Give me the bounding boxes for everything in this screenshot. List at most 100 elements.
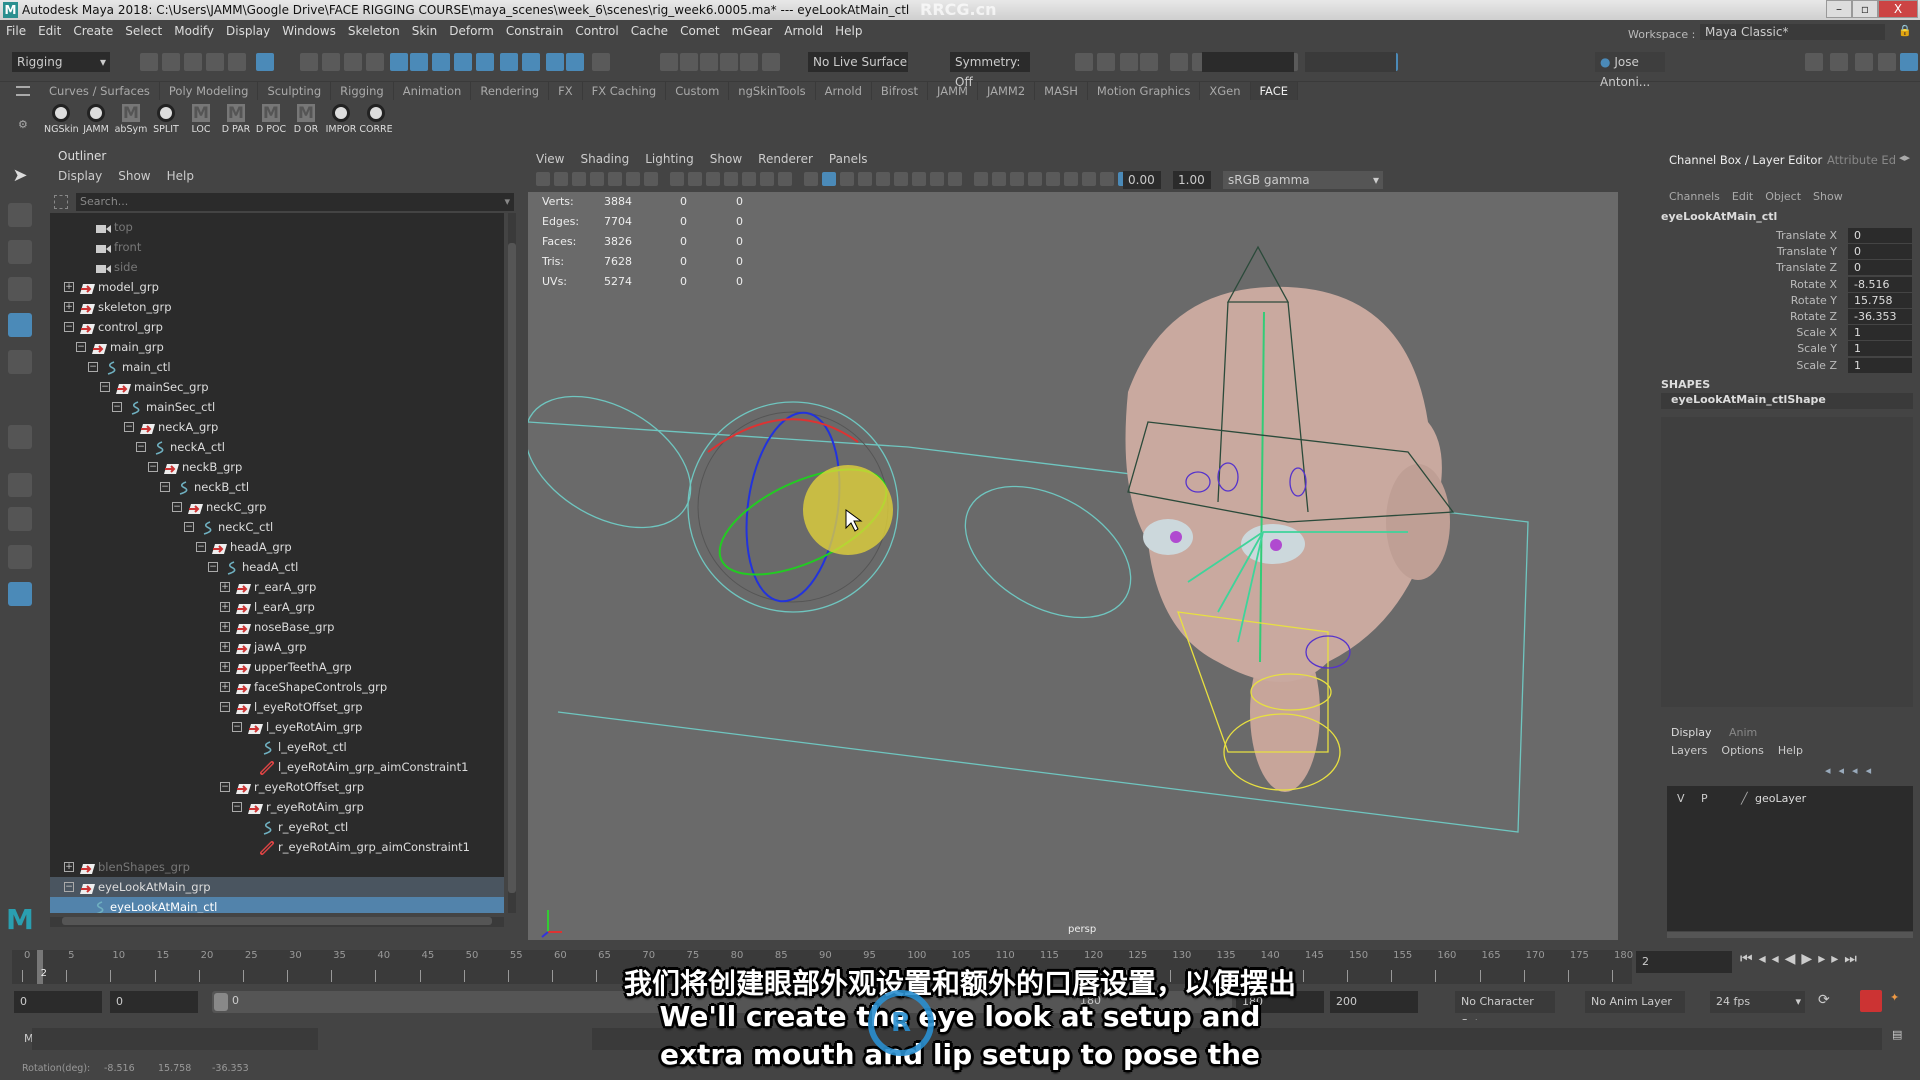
outliner-item-necka-grp[interactable]: − neckA_grp <box>50 417 504 437</box>
shelf-tab-jamm[interactable]: JAMM <box>928 82 978 100</box>
outliner-item-neckc-ctl[interactable]: − neckC_ctl <box>50 517 504 537</box>
outliner-item-blenshapes-grp[interactable]: + blenShapes_grp <box>50 857 504 877</box>
status-line-tool-icon[interactable] <box>1097 53 1115 71</box>
shelf-tab-fx[interactable]: FX <box>549 82 583 100</box>
viewport-tool-icon[interactable] <box>1046 172 1060 186</box>
viewport-tool-icon[interactable] <box>1082 172 1096 186</box>
outliner-item-skeleton-grp[interactable]: + skeleton_grp <box>50 297 504 317</box>
channel-menu-edit[interactable]: Edit <box>1732 190 1753 203</box>
viewport-tool-icon[interactable] <box>822 172 836 186</box>
rotate-tool-icon[interactable] <box>8 313 32 337</box>
status-line-tool-icon[interactable] <box>228 53 246 71</box>
shelf-button-d-or[interactable]: M D OR <box>289 104 323 136</box>
outliner-layout-icon[interactable] <box>8 582 32 606</box>
expand-icon[interactable]: + <box>220 682 230 692</box>
status-line-tool-icon[interactable] <box>566 53 584 71</box>
viewport-tool-icon[interactable] <box>590 172 604 186</box>
status-line-tool-icon[interactable] <box>1075 53 1093 71</box>
channel-menu-channels[interactable]: Channels <box>1669 190 1720 203</box>
viewport-tool-icon[interactable] <box>706 172 720 186</box>
viewport-tool-icon[interactable] <box>608 172 622 186</box>
outliner-item-mainsec-ctl[interactable]: − mainSec_ctl <box>50 397 504 417</box>
channel-menu-object[interactable]: Object <box>1765 190 1801 203</box>
status-line-tool-icon[interactable] <box>344 53 362 71</box>
channel-value-field[interactable]: 15.758 <box>1848 292 1912 308</box>
outliner-item-eyelookatmain-grp[interactable]: − eyeLookAtMain_grp <box>50 877 504 897</box>
outliner-item-top[interactable]: top <box>50 217 504 237</box>
shelf-button-d-poc[interactable]: M D POC <box>254 104 288 136</box>
status-line-tool-icon[interactable] <box>1878 53 1896 71</box>
outliner-item-neckb-grp[interactable]: − neckB_grp <box>50 457 504 477</box>
status-line-tool-icon[interactable] <box>740 53 758 71</box>
collapse-icon[interactable]: − <box>220 702 230 712</box>
layer-playback-toggle[interactable]: P <box>1701 790 1708 808</box>
lasso-tool-icon[interactable] <box>8 203 32 227</box>
menu-cache[interactable]: Cache <box>631 24 668 38</box>
viewport-tool-icon[interactable] <box>992 172 1006 186</box>
tab-scroll-arrows-icon[interactable]: ◂▸ <box>1899 151 1910 164</box>
minimize-button[interactable]: – <box>1826 0 1852 18</box>
workspace-dropdown[interactable]: Maya Classic* <box>1700 24 1885 40</box>
expand-icon[interactable]: + <box>64 862 74 872</box>
filter-icon[interactable] <box>54 195 68 209</box>
shape-node-name[interactable]: eyeLookAtMain_ctlShape <box>1661 393 1913 409</box>
channel-value-field[interactable]: 1 <box>1848 357 1912 373</box>
tab-channel-box[interactable]: Channel Box / Layer Editor <box>1669 153 1822 167</box>
tab-anim-layers[interactable]: Anim <box>1729 726 1757 739</box>
channel-value-field[interactable]: -8.516 <box>1848 276 1912 292</box>
status-line-tool-icon[interactable] <box>1140 53 1158 71</box>
channel-name[interactable]: Scale Z <box>1796 358 1837 374</box>
outliner-item-main-grp[interactable]: − main_grp <box>50 337 504 357</box>
outliner-item-model-grp[interactable]: + model_grp <box>50 277 504 297</box>
collapse-icon[interactable]: − <box>124 422 134 432</box>
viewport-tool-icon[interactable] <box>724 172 738 186</box>
menu-skin[interactable]: Skin <box>412 24 438 38</box>
viewport-tool-icon[interactable] <box>670 172 684 186</box>
status-line-tool-icon[interactable] <box>1120 53 1138 71</box>
shelf-tab-rigging[interactable]: Rigging <box>331 82 394 100</box>
expand-icon[interactable]: + <box>64 282 74 292</box>
channel-name[interactable]: Rotate Y <box>1791 293 1837 309</box>
status-line-tool-icon[interactable] <box>432 53 450 71</box>
viewport-tool-icon[interactable] <box>644 172 658 186</box>
outliner-menu-show[interactable]: Show <box>118 169 150 183</box>
shelf-button-d-par[interactable]: M D PAR <box>219 104 253 136</box>
outliner-item-r-eyerotaim-grp[interactable]: − r_eyeRotAim_grp <box>50 797 504 817</box>
outliner-item-front[interactable]: front <box>50 237 504 257</box>
channel-name[interactable]: Scale X <box>1796 325 1837 341</box>
shelf-button-split[interactable]: SPLIT <box>149 104 183 135</box>
outliner-item-l-eyerot-ctl[interactable]: l_eyeRot_ctl <box>50 737 504 757</box>
outliner-horizontal-scrollbar[interactable] <box>50 917 504 927</box>
shelf-tab-fx-caching[interactable]: FX Caching <box>583 82 667 100</box>
collapse-icon[interactable]: − <box>112 402 122 412</box>
viewport-menu-view[interactable]: View <box>536 152 564 166</box>
status-line-tool-icon[interactable] <box>1900 53 1918 71</box>
channel-row-scale-x[interactable]: Scale X 1 <box>1655 325 1920 341</box>
expand-icon[interactable]: + <box>64 302 74 312</box>
collapse-icon[interactable]: − <box>100 382 110 392</box>
outliner-item-neckc-grp[interactable]: − neckC_grp <box>50 497 504 517</box>
channel-value-field[interactable]: 0 <box>1848 244 1912 260</box>
layer-menu-layers[interactable]: Layers <box>1671 744 1707 757</box>
status-line-tool-icon[interactable] <box>1855 53 1873 71</box>
viewport-tool-icon[interactable] <box>858 172 872 186</box>
outliner-item-main-ctl[interactable]: − main_ctl <box>50 357 504 377</box>
viewport-tool-icon[interactable] <box>554 172 568 186</box>
outliner-search-input[interactable]: Search... ▾ <box>76 193 514 211</box>
channel-row-translate-y[interactable]: Translate Y 0 <box>1655 244 1920 260</box>
shelf-button-corre[interactable]: CORRE <box>359 104 393 135</box>
viewport-tool-icon[interactable] <box>778 172 792 186</box>
expand-icon[interactable]: + <box>220 582 230 592</box>
menu-select[interactable]: Select <box>125 24 162 38</box>
shelf-tab-face[interactable]: FACE <box>1250 82 1299 100</box>
channel-name[interactable]: Rotate X <box>1790 277 1837 293</box>
status-line-tool-icon[interactable] <box>390 53 408 71</box>
outliner-item-r-eyerotaim-grp-aimconstraint1[interactable]: r_eyeRotAim_grp_aimConstraint1 <box>50 837 504 857</box>
status-line-tool-icon[interactable] <box>184 53 202 71</box>
channel-value-field[interactable]: 0 <box>1848 260 1912 276</box>
channel-name[interactable]: Translate X <box>1776 228 1837 244</box>
layer-row[interactable]: V P ╱ geoLayer <box>1673 790 1913 808</box>
channel-row-translate-z[interactable]: Translate Z 0 <box>1655 260 1920 276</box>
viewport-menu-panels[interactable]: Panels <box>829 152 868 166</box>
viewport-tool-icon[interactable] <box>930 172 944 186</box>
